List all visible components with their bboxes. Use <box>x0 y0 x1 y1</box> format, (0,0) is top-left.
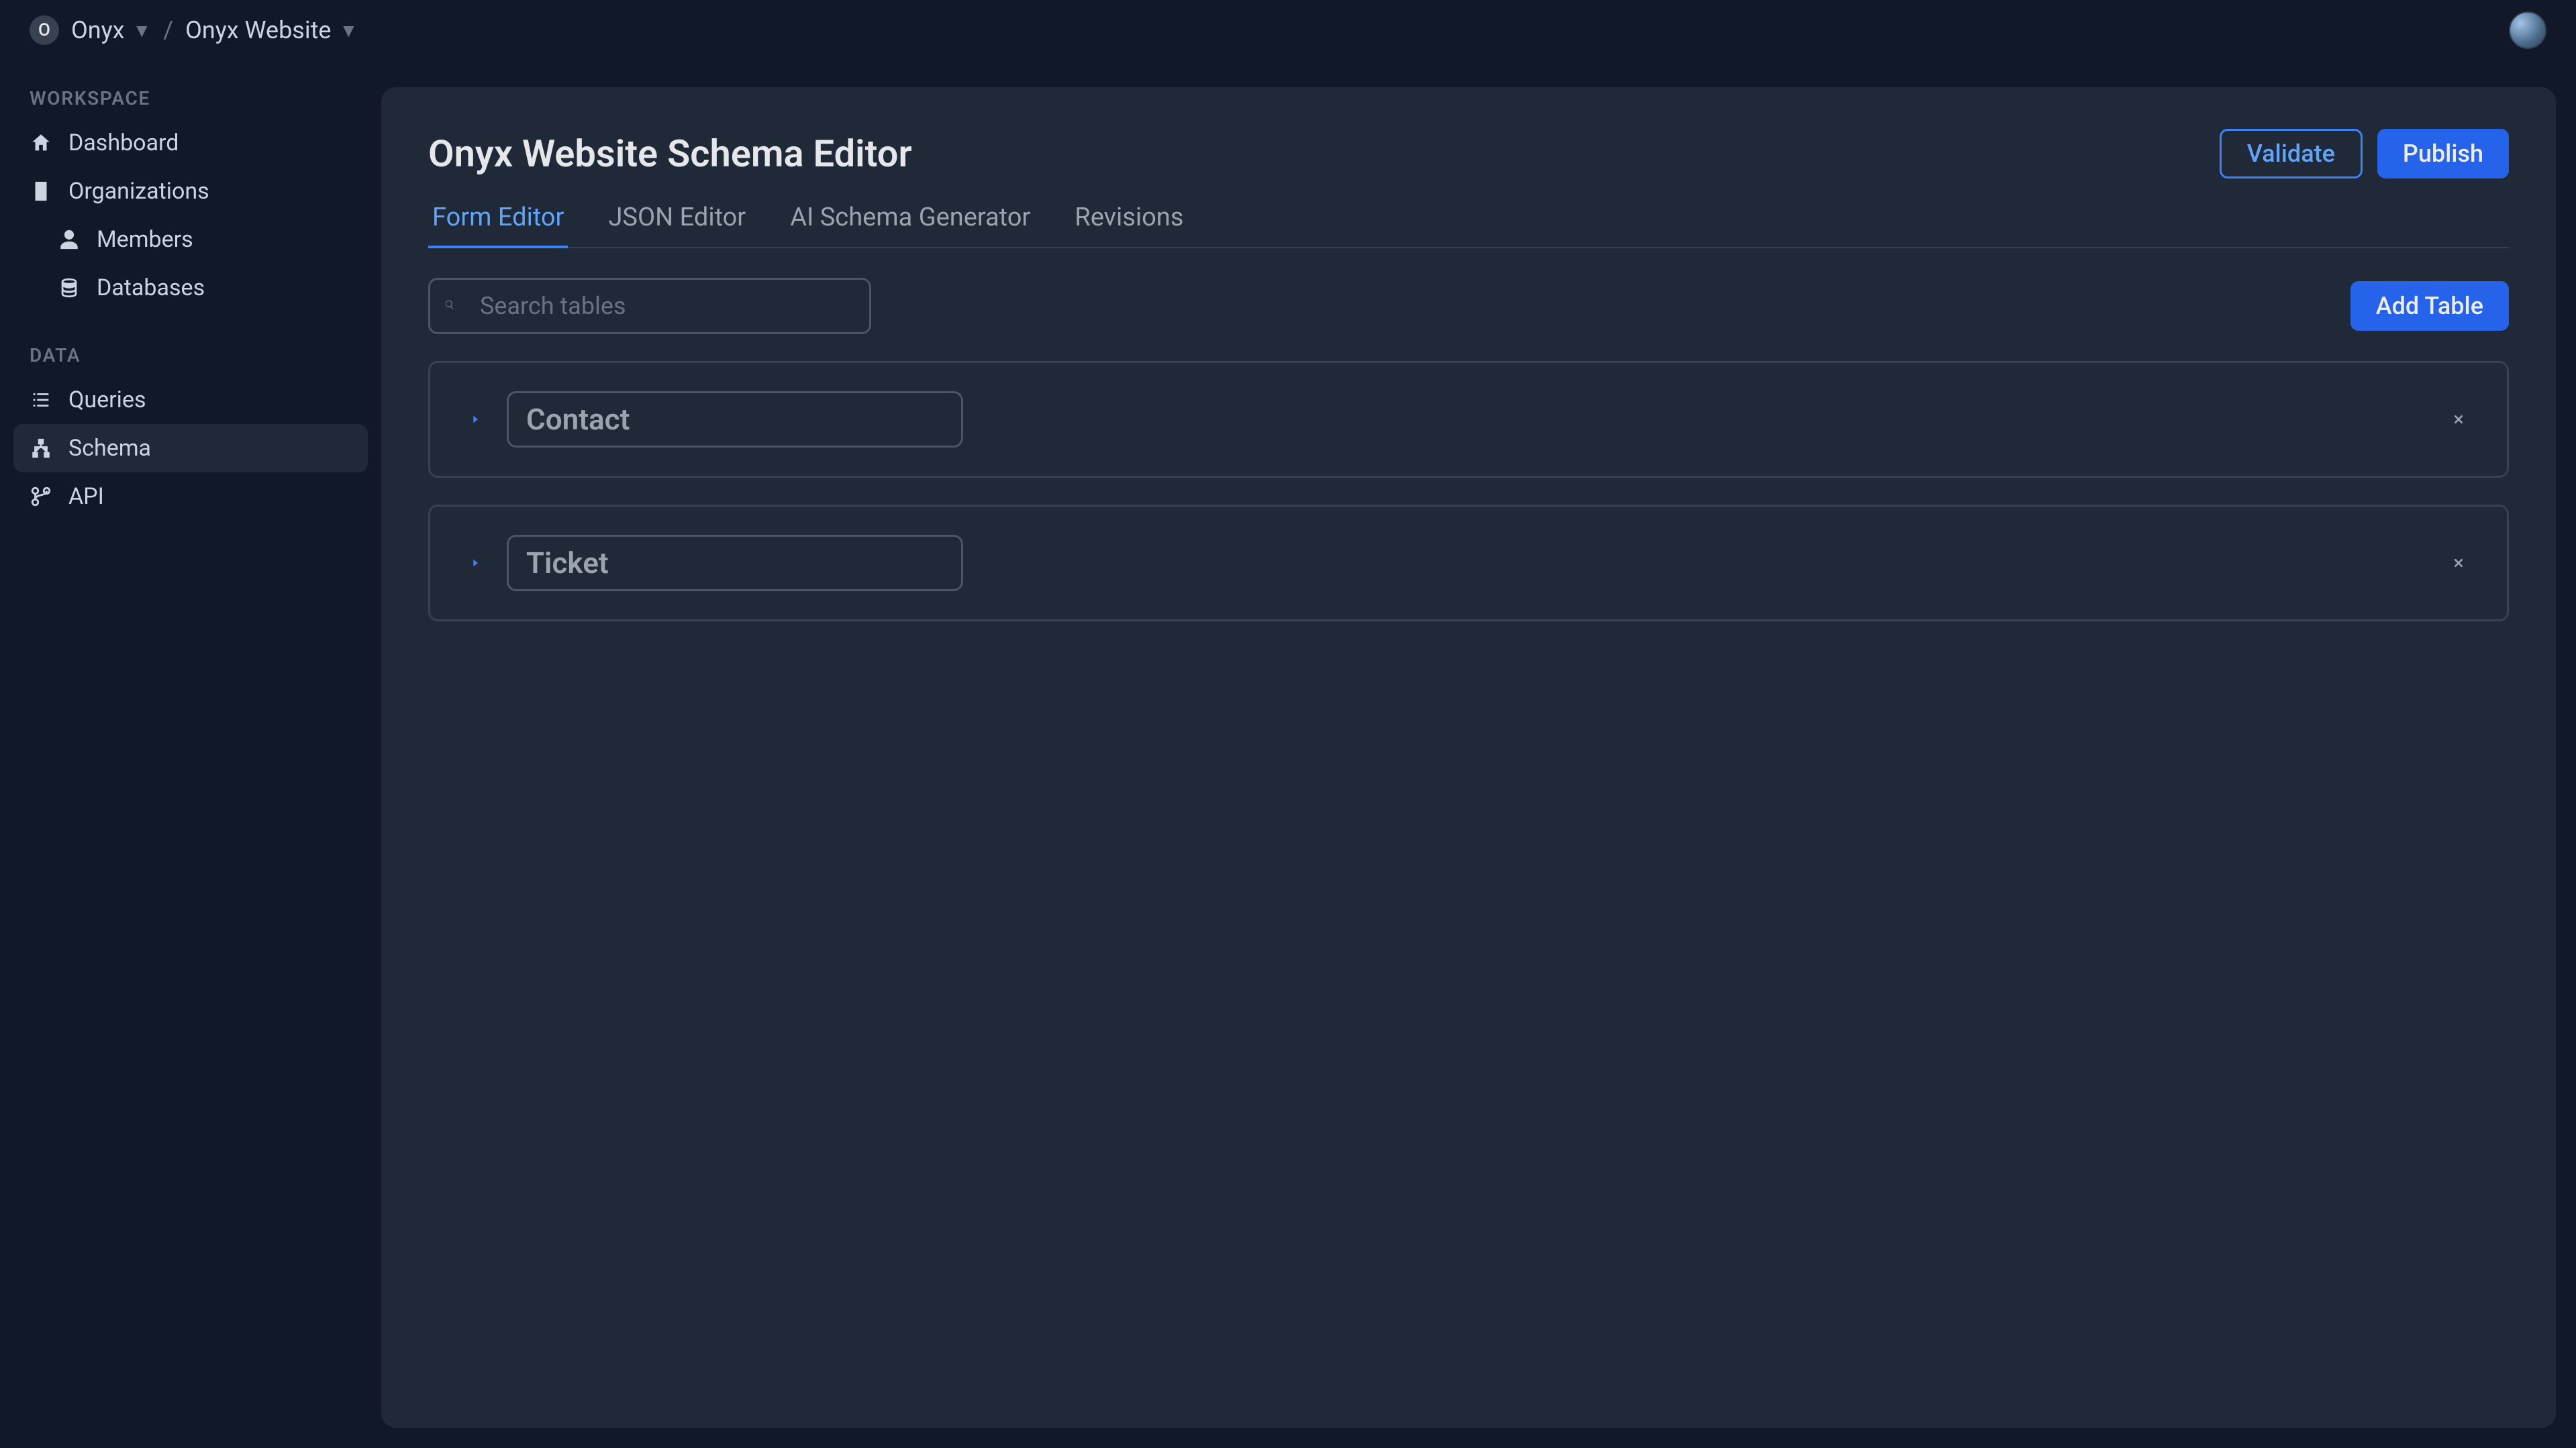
search-tables-input[interactable] <box>428 278 871 334</box>
table-name-input[interactable] <box>507 391 963 448</box>
tab-ai-schema-generator[interactable]: AI Schema Generator <box>786 203 1034 248</box>
chevron-right-icon <box>470 558 481 568</box>
sidebar-item-api[interactable]: API <box>13 472 368 521</box>
sidebar: WORKSPACE Dashboard Organizations <box>0 60 381 1448</box>
sidebar-item-label: Queries <box>68 386 146 413</box>
tab-revisions[interactable]: Revisions <box>1071 203 1187 248</box>
breadcrumb-separator: / <box>163 16 173 44</box>
caret-down-icon: ▼ <box>340 19 358 42</box>
table-row <box>428 361 2509 478</box>
tabs: Form Editor JSON Editor AI Schema Genera… <box>428 203 2509 248</box>
database-icon <box>58 276 81 299</box>
page-title: Onyx Website Schema Editor <box>428 132 912 176</box>
sidebar-item-schema[interactable]: Schema <box>13 424 368 472</box>
remove-table-button[interactable] <box>2444 405 2473 434</box>
add-table-button[interactable]: Add Table <box>2350 281 2509 331</box>
home-icon <box>30 132 52 154</box>
close-icon <box>2453 414 2464 425</box>
sidebar-section-workspace: WORKSPACE <box>13 87 368 119</box>
expand-table-button[interactable] <box>464 408 487 431</box>
sidebar-item-queries[interactable]: Queries <box>13 376 368 424</box>
sidebar-section-data: DATA <box>13 344 368 376</box>
remove-table-button[interactable] <box>2444 548 2473 578</box>
table-name-input[interactable] <box>507 535 963 591</box>
table-list <box>428 361 2509 621</box>
breadcrumb: O Onyx ▼ / Onyx Website ▼ <box>30 15 358 45</box>
tab-json-editor[interactable]: JSON Editor <box>604 203 750 248</box>
breadcrumb-project[interactable]: Onyx Website ▼ <box>185 16 358 44</box>
branch-icon <box>30 485 52 508</box>
sidebar-item-label: Dashboard <box>68 130 179 156</box>
breadcrumb-org[interactable]: Onyx ▼ <box>71 16 151 44</box>
sidebar-item-label: Members <box>97 226 193 253</box>
sidebar-item-dashboard[interactable]: Dashboard <box>13 119 368 167</box>
main-panel: Onyx Website Schema Editor Validate Publ… <box>381 87 2556 1428</box>
sidebar-item-organizations[interactable]: Organizations <box>13 167 368 215</box>
org-avatar[interactable]: O <box>30 15 59 45</box>
sidebar-item-label: Organizations <box>68 178 209 205</box>
tab-form-editor[interactable]: Form Editor <box>428 203 568 248</box>
caret-down-icon: ▼ <box>133 19 152 42</box>
publish-button[interactable]: Publish <box>2377 129 2509 178</box>
sidebar-item-label: API <box>68 483 104 510</box>
sitemap-icon <box>30 437 52 460</box>
list-icon <box>30 389 52 411</box>
user-avatar[interactable] <box>2509 11 2546 49</box>
close-icon <box>2453 558 2464 568</box>
expand-table-button[interactable] <box>464 552 487 574</box>
validate-button[interactable]: Validate <box>2220 129 2363 178</box>
table-row <box>428 505 2509 621</box>
search-icon <box>444 299 455 313</box>
breadcrumb-org-label: Onyx <box>71 16 125 44</box>
chevron-right-icon <box>470 414 481 425</box>
sidebar-item-members[interactable]: Members <box>13 215 368 264</box>
sidebar-item-databases[interactable]: Databases <box>13 264 368 312</box>
building-icon <box>30 180 52 203</box>
sidebar-item-label: Schema <box>68 435 151 462</box>
breadcrumb-project-label: Onyx Website <box>185 16 331 44</box>
user-icon <box>58 228 81 251</box>
sidebar-item-label: Databases <box>97 274 205 301</box>
